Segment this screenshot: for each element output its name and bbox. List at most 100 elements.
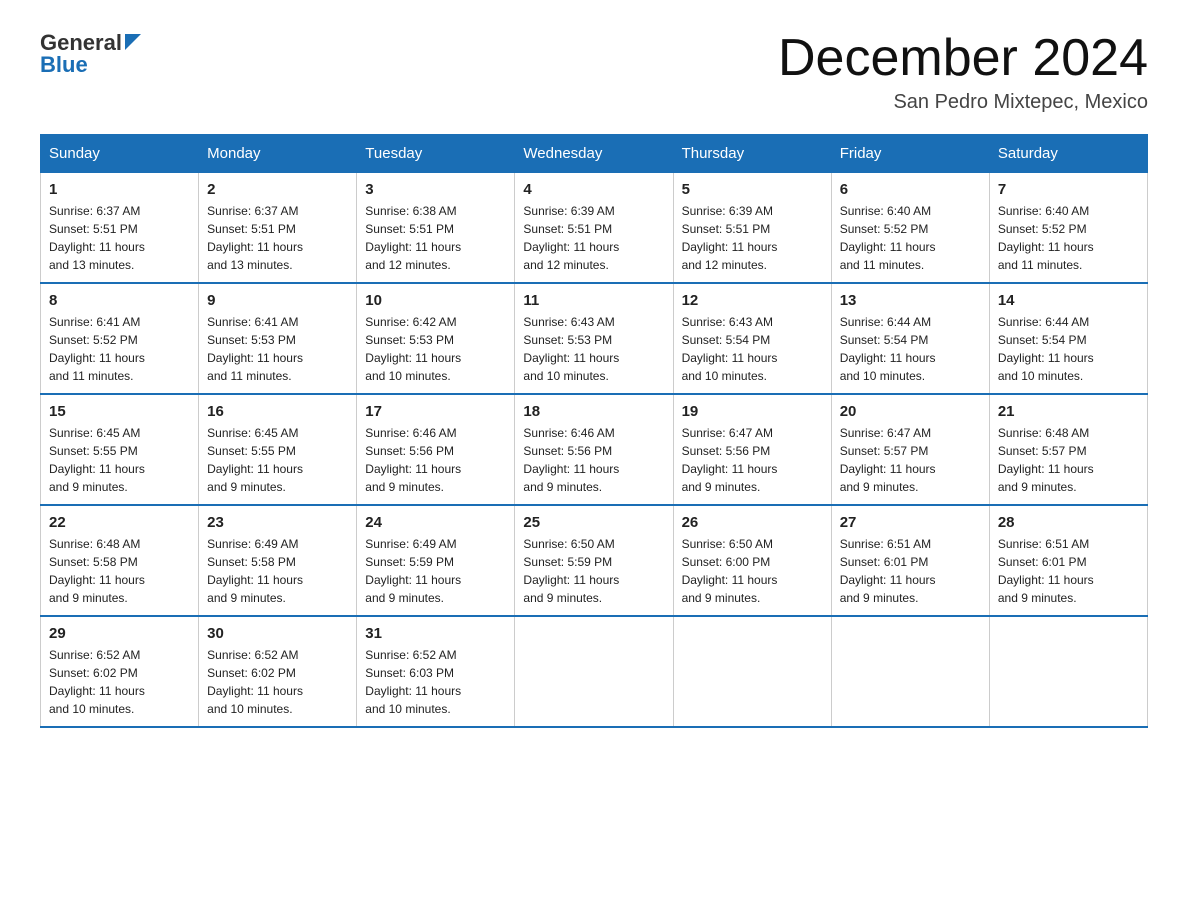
day-info: Sunrise: 6:44 AMSunset: 5:54 PMDaylight:… xyxy=(998,313,1139,385)
day-number: 24 xyxy=(365,514,506,531)
day-cell-14: 14 Sunrise: 6:44 AMSunset: 5:54 PMDayligh… xyxy=(989,283,1147,394)
day-cell-20: 20Sunrise: 6:47 AMSunset: 5:57 PMDayligh… xyxy=(831,394,989,505)
day-cell-23: 23Sunrise: 6:49 AMSunset: 5:58 PMDayligh… xyxy=(199,505,357,616)
empty-cell xyxy=(831,616,989,727)
location-subtitle: San Pedro Mixtepec, Mexico xyxy=(778,91,1148,114)
day-number: 12 xyxy=(682,292,823,309)
day-info: Sunrise: 6:52 AMSunset: 6:02 PMDaylight:… xyxy=(207,646,348,718)
header-friday: Friday xyxy=(831,135,989,173)
day-cell-5: 5 Sunrise: 6:39 AMSunset: 5:51 PMDaylight… xyxy=(673,173,831,284)
day-info: Sunrise: 6:40 AMSunset: 5:52 PMDaylight:… xyxy=(840,202,981,274)
day-info: Sunrise: 6:46 AMSunset: 5:56 PMDaylight:… xyxy=(523,424,664,496)
day-info: Sunrise: 6:44 AMSunset: 5:54 PMDaylight:… xyxy=(840,313,981,385)
day-cell-22: 22 Sunrise: 6:48 AMSunset: 5:58 PMDayligh… xyxy=(41,505,199,616)
day-info: Sunrise: 6:41 AMSunset: 5:53 PMDaylight:… xyxy=(207,313,348,385)
day-cell-25: 25 Sunrise: 6:50 AMSunset: 5:59 PMDayligh… xyxy=(515,505,673,616)
day-cell-18: 18 Sunrise: 6:46 AMSunset: 5:56 PMDayligh… xyxy=(515,394,673,505)
day-cell-3: 3 Sunrise: 6:38 AMSunset: 5:51 PMDaylight… xyxy=(357,173,515,284)
day-cell-17: 17 Sunrise: 6:46 AMSunset: 5:56 PMDayligh… xyxy=(357,394,515,505)
day-cell-9: 9 Sunrise: 6:41 AMSunset: 5:53 PMDaylight… xyxy=(199,283,357,394)
day-info: Sunrise: 6:39 AMSunset: 5:51 PMDaylight:… xyxy=(682,202,823,274)
day-number: 8 xyxy=(49,292,190,309)
header-sunday: Sunday xyxy=(41,135,199,173)
calendar-table: SundayMondayTuesdayWednesdayThursdayFrid… xyxy=(40,134,1148,728)
day-number: 3 xyxy=(365,181,506,198)
month-title: December 2024 xyxy=(778,30,1148,87)
day-number: 9 xyxy=(207,292,348,309)
day-number: 25 xyxy=(523,514,664,531)
header-tuesday: Tuesday xyxy=(357,135,515,173)
day-info: Sunrise: 6:51 AMSunset: 6:01 PMDaylight:… xyxy=(998,535,1139,607)
day-info: Sunrise: 6:38 AMSunset: 5:51 PMDaylight:… xyxy=(365,202,506,274)
week-row-3: 15 Sunrise: 6:45 AMSunset: 5:55 PMDayligh… xyxy=(41,394,1148,505)
day-number: 10 xyxy=(365,292,506,309)
day-cell-10: 10 Sunrise: 6:42 AMSunset: 5:53 PMDayligh… xyxy=(357,283,515,394)
day-info: Sunrise: 6:45 AMSunset: 5:55 PMDaylight:… xyxy=(49,424,190,496)
day-cell-24: 24 Sunrise: 6:49 AMSunset: 5:59 PMDayligh… xyxy=(357,505,515,616)
day-number: 7 xyxy=(998,181,1139,198)
day-cell-7: 7 Sunrise: 6:40 AMSunset: 5:52 PMDaylight… xyxy=(989,173,1147,284)
day-info: Sunrise: 6:49 AMSunset: 5:59 PMDaylight:… xyxy=(365,535,506,607)
week-row-2: 8Sunrise: 6:41 AMSunset: 5:52 PMDaylight… xyxy=(41,283,1148,394)
day-number: 22 xyxy=(49,514,190,531)
day-cell-6: 6 Sunrise: 6:40 AMSunset: 5:52 PMDaylight… xyxy=(831,173,989,284)
day-cell-13: 13 Sunrise: 6:44 AMSunset: 5:54 PMDayligh… xyxy=(831,283,989,394)
calendar-body: 1 Sunrise: 6:37 AMSunset: 5:51 PMDaylight… xyxy=(41,173,1148,728)
day-cell-2: 2 Sunrise: 6:37 AMSunset: 5:51 PMDaylight… xyxy=(199,173,357,284)
day-cell-4: 4 Sunrise: 6:39 AMSunset: 5:51 PMDaylight… xyxy=(515,173,673,284)
day-number: 15 xyxy=(49,403,190,420)
day-cell-28: 28 Sunrise: 6:51 AMSunset: 6:01 PMDayligh… xyxy=(989,505,1147,616)
day-cell-31: 31Sunrise: 6:52 AMSunset: 6:03 PMDayligh… xyxy=(357,616,515,727)
title-block: December 2024 San Pedro Mixtepec, Mexico xyxy=(778,30,1148,114)
day-number: 1 xyxy=(49,181,190,198)
day-cell-11: 11 Sunrise: 6:43 AMSunset: 5:53 PMDayligh… xyxy=(515,283,673,394)
day-number: 28 xyxy=(998,514,1139,531)
day-number: 17 xyxy=(365,403,506,420)
day-number: 21 xyxy=(998,403,1139,420)
calendar-header: SundayMondayTuesdayWednesdayThursdayFrid… xyxy=(41,135,1148,173)
day-number: 4 xyxy=(523,181,664,198)
day-number: 5 xyxy=(682,181,823,198)
day-cell-15: 15 Sunrise: 6:45 AMSunset: 5:55 PMDayligh… xyxy=(41,394,199,505)
week-row-5: 29Sunrise: 6:52 AMSunset: 6:02 PMDayligh… xyxy=(41,616,1148,727)
day-info: Sunrise: 6:37 AMSunset: 5:51 PMDaylight:… xyxy=(207,202,348,274)
logo: General Blue xyxy=(40,30,141,78)
day-info: Sunrise: 6:50 AMSunset: 6:00 PMDaylight:… xyxy=(682,535,823,607)
day-cell-8: 8Sunrise: 6:41 AMSunset: 5:52 PMDaylight… xyxy=(41,283,199,394)
day-info: Sunrise: 6:46 AMSunset: 5:56 PMDaylight:… xyxy=(365,424,506,496)
day-info: Sunrise: 6:43 AMSunset: 5:54 PMDaylight:… xyxy=(682,313,823,385)
day-number: 18 xyxy=(523,403,664,420)
day-cell-16: 16 Sunrise: 6:45 AMSunset: 5:55 PMDayligh… xyxy=(199,394,357,505)
day-info: Sunrise: 6:51 AMSunset: 6:01 PMDaylight:… xyxy=(840,535,981,607)
day-info: Sunrise: 6:40 AMSunset: 5:52 PMDaylight:… xyxy=(998,202,1139,274)
day-number: 23 xyxy=(207,514,348,531)
day-number: 13 xyxy=(840,292,981,309)
day-info: Sunrise: 6:43 AMSunset: 5:53 PMDaylight:… xyxy=(523,313,664,385)
empty-cell xyxy=(673,616,831,727)
day-cell-26: 26Sunrise: 6:50 AMSunset: 6:00 PMDayligh… xyxy=(673,505,831,616)
day-number: 6 xyxy=(840,181,981,198)
day-info: Sunrise: 6:48 AMSunset: 5:57 PMDaylight:… xyxy=(998,424,1139,496)
day-number: 20 xyxy=(840,403,981,420)
day-cell-21: 21 Sunrise: 6:48 AMSunset: 5:57 PMDayligh… xyxy=(989,394,1147,505)
day-info: Sunrise: 6:39 AMSunset: 5:51 PMDaylight:… xyxy=(523,202,664,274)
header-saturday: Saturday xyxy=(989,135,1147,173)
day-number: 14 xyxy=(998,292,1139,309)
day-info: Sunrise: 6:48 AMSunset: 5:58 PMDaylight:… xyxy=(49,535,190,607)
day-number: 2 xyxy=(207,181,348,198)
day-number: 11 xyxy=(523,292,664,309)
day-cell-12: 12 Sunrise: 6:43 AMSunset: 5:54 PMDayligh… xyxy=(673,283,831,394)
day-info: Sunrise: 6:52 AMSunset: 6:03 PMDaylight:… xyxy=(365,646,506,718)
day-number: 16 xyxy=(207,403,348,420)
logo-blue-text: Blue xyxy=(40,52,141,78)
day-cell-30: 30Sunrise: 6:52 AMSunset: 6:02 PMDayligh… xyxy=(199,616,357,727)
day-number: 19 xyxy=(682,403,823,420)
day-info: Sunrise: 6:50 AMSunset: 5:59 PMDaylight:… xyxy=(523,535,664,607)
day-info: Sunrise: 6:42 AMSunset: 5:53 PMDaylight:… xyxy=(365,313,506,385)
header-wednesday: Wednesday xyxy=(515,135,673,173)
day-info: Sunrise: 6:37 AMSunset: 5:51 PMDaylight:… xyxy=(49,202,190,274)
day-cell-19: 19Sunrise: 6:47 AMSunset: 5:56 PMDayligh… xyxy=(673,394,831,505)
day-cell-29: 29Sunrise: 6:52 AMSunset: 6:02 PMDayligh… xyxy=(41,616,199,727)
day-info: Sunrise: 6:45 AMSunset: 5:55 PMDaylight:… xyxy=(207,424,348,496)
day-number: 27 xyxy=(840,514,981,531)
